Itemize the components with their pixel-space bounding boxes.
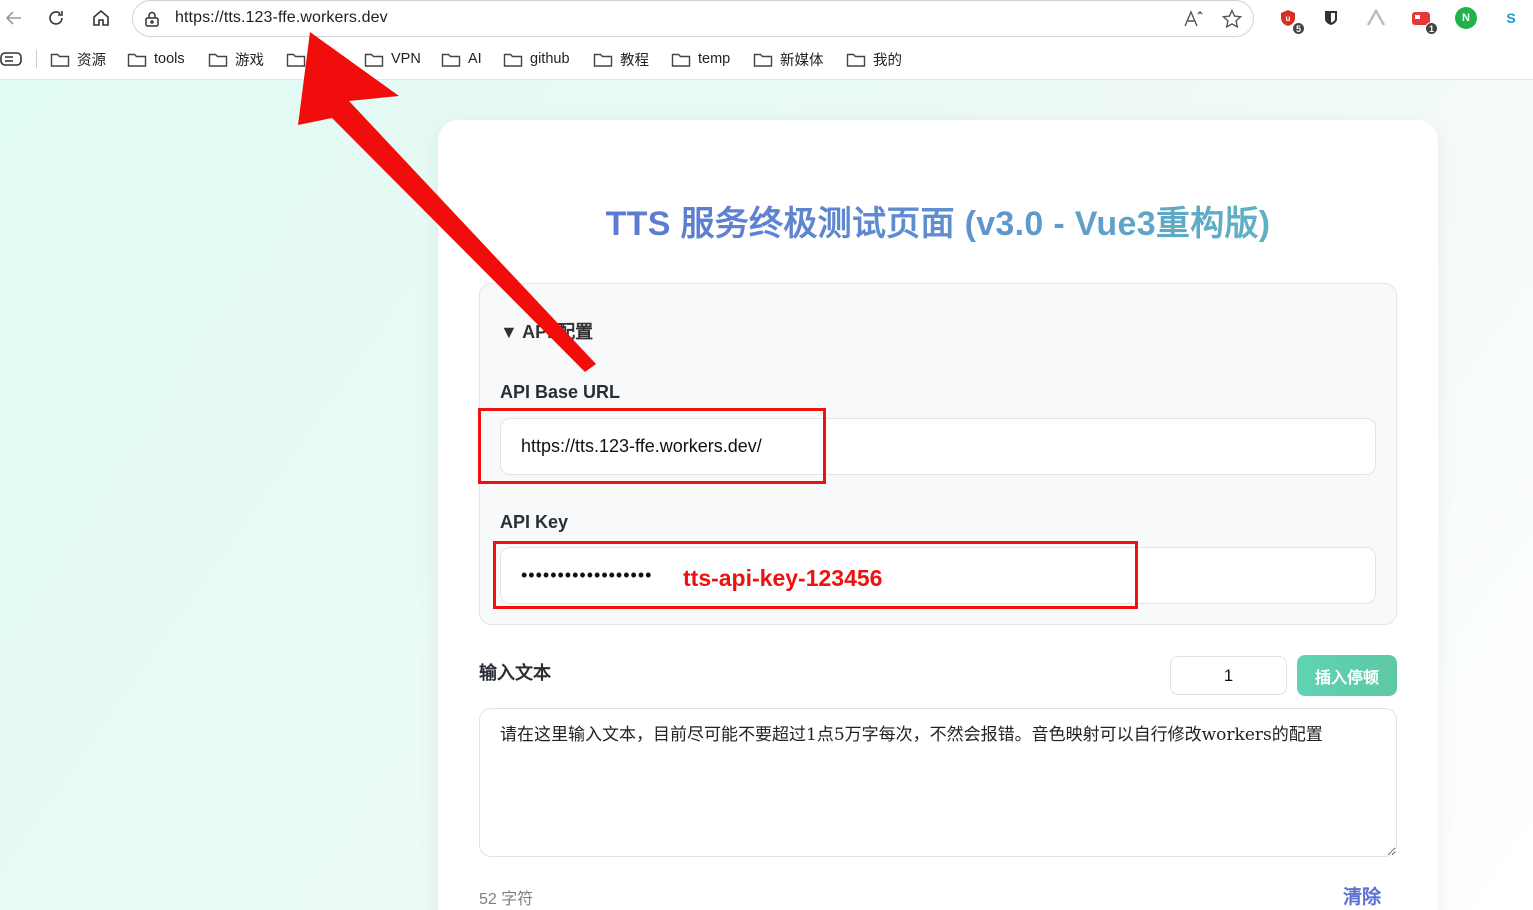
reload-icon <box>49 11 63 25</box>
bookmark-folder[interactable]: github <box>503 49 570 69</box>
api-key-label: API Key <box>500 512 569 532</box>
address-url[interactable]: https://tts.123-ffe.workers.dev <box>175 9 388 27</box>
home-icon <box>93 9 109 26</box>
bookmark-folder[interactable]: VPN <box>364 49 421 69</box>
folder-icon <box>753 53 773 67</box>
extension-s-icon[interactable]: S <box>1500 7 1522 29</box>
address-bar[interactable]: https://tts.123-ffe.workers.dev <box>132 0 1254 37</box>
bookmarks-bar: 资源 tools 游戏 网 VPN AI github 教程 temp 新媒体 … <box>0 38 1533 80</box>
bookmark-folder[interactable]: 教程 <box>593 49 649 69</box>
folder-icon <box>364 53 384 67</box>
browser-toolbar: https://tts.123-ffe.workers.dev u 5 1 N … <box>0 0 1533 38</box>
reload-button[interactable] <box>42 5 70 31</box>
bookmark-folder[interactable]: temp <box>671 49 730 69</box>
ublock-icon[interactable]: u 5 <box>1277 7 1305 35</box>
folder-icon <box>286 53 306 67</box>
api-base-url-label: API Base URL <box>500 382 621 402</box>
folder-icon <box>50 53 70 67</box>
bookmark-label: 游戏 <box>235 52 264 69</box>
home-button[interactable] <box>87 5 115 31</box>
bookmark-label: VPN <box>391 51 421 67</box>
extension-a-icon[interactable] <box>1365 7 1387 29</box>
bookmark-folder[interactable]: 资源 <box>50 49 106 69</box>
extension-red-icon[interactable]: 1 <box>1410 7 1438 35</box>
read-aloud-icon[interactable] <box>1183 8 1205 30</box>
annotation-api-key-note: tts-api-key-123456 <box>683 565 883 591</box>
bookmark-folder[interactable]: AI <box>441 49 482 69</box>
folder-icon <box>846 53 866 67</box>
clear-button[interactable]: 清除 <box>1343 882 1381 909</box>
folder-icon <box>127 53 147 67</box>
bookmark-label: AI <box>468 51 482 67</box>
folder-icon <box>593 53 613 67</box>
extension-n-icon[interactable]: N <box>1455 7 1477 29</box>
sidebar-toggle-icon[interactable] <box>0 51 22 67</box>
folder-icon <box>441 53 461 67</box>
bookmark-folder[interactable]: 我的 <box>846 49 902 69</box>
bookmark-folder[interactable]: tools <box>127 49 185 69</box>
bookmarks-separator <box>36 50 37 68</box>
bookmark-label: temp <box>698 51 731 67</box>
svg-text:S: S <box>1506 10 1515 26</box>
pause-duration-input[interactable] <box>1170 656 1287 695</box>
page-title: TTS 服务终极测试页面 (v3.0 - Vue3重构版) <box>438 196 1438 245</box>
site-info-icon[interactable] <box>143 10 161 28</box>
bookmark-label: github <box>530 51 570 67</box>
bitwarden-icon[interactable] <box>1320 7 1342 29</box>
bookmark-label: tools <box>154 51 185 67</box>
api-config-toggle[interactable]: ▼ API 配置 <box>500 318 593 344</box>
folder-icon <box>671 53 691 67</box>
input-text-label: 输入文本 <box>479 663 551 683</box>
extension-red-badge: 1 <box>1425 22 1438 35</box>
main-card: TTS 服务终极测试页面 (v3.0 - Vue3重构版) ▼ API 配置 A… <box>438 120 1438 910</box>
tts-text-area[interactable]: 请在这里输入文本，目前尽可能不要超过1点5万字每次，不然会报错。音色映射可以自行… <box>479 708 1397 857</box>
page-viewport: TTS 服务终极测试页面 (v3.0 - Vue3重构版) ▼ API 配置 A… <box>0 80 1533 910</box>
bookmark-label: 新媒体 <box>780 52 824 69</box>
folder-icon <box>503 53 523 67</box>
folder-icon <box>208 53 228 67</box>
insert-pause-button[interactable]: 插入停顿 <box>1297 655 1397 696</box>
bookmark-folder[interactable]: 游戏 <box>208 49 264 69</box>
bookmark-label: 教程 <box>620 52 649 69</box>
bookmark-label: 资源 <box>77 52 106 69</box>
bookmark-folder[interactable]: 新媒体 <box>753 49 824 69</box>
svg-text:u: u <box>1286 14 1291 23</box>
arrow-left-icon <box>5 11 21 25</box>
annotation-url-highlight <box>478 408 826 484</box>
ublock-badge: 5 <box>1292 22 1305 35</box>
back-button[interactable] <box>0 5 28 31</box>
favorite-star-icon[interactable] <box>1221 8 1243 30</box>
bookmark-folder[interactable]: 网 <box>286 49 328 69</box>
char-count: 52 字符 <box>479 891 534 908</box>
bookmark-label: 网 <box>313 52 328 69</box>
bookmark-label: 我的 <box>873 52 902 69</box>
